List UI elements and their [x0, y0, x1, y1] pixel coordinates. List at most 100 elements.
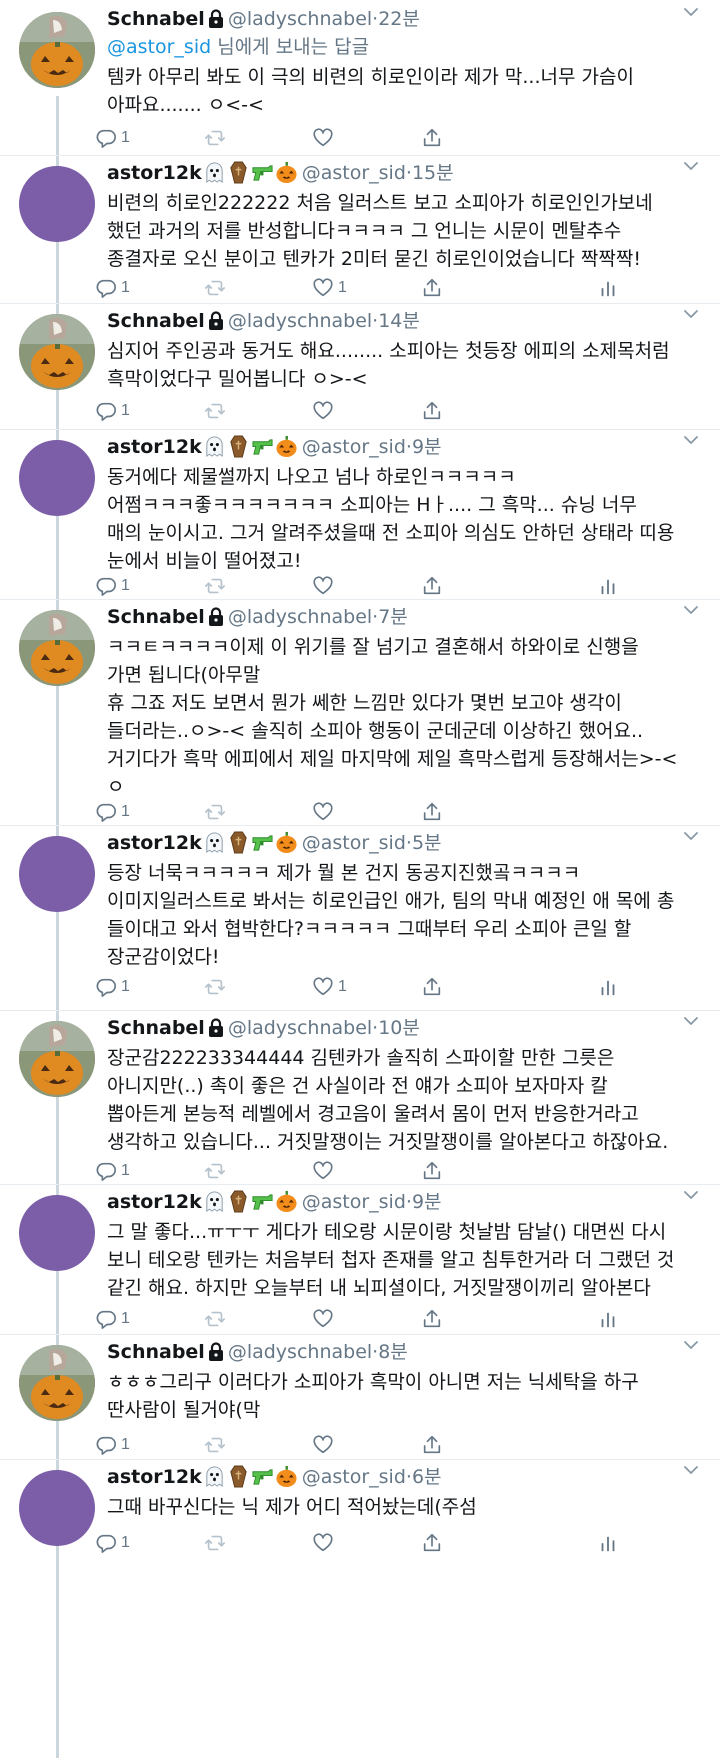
like-button[interactable]: [312, 799, 338, 825]
analytics-button[interactable]: [597, 1530, 619, 1556]
chevron-down-icon[interactable]: [682, 1460, 700, 1478]
share-button[interactable]: [421, 275, 443, 301]
timestamp[interactable]: 10분: [378, 1017, 420, 1039]
timestamp[interactable]: 22분: [378, 8, 420, 30]
chevron-down-icon[interactable]: [682, 600, 700, 618]
user-handle[interactable]: @astor_sid: [302, 162, 406, 184]
display-name[interactable]: Schnabel: [107, 606, 205, 628]
tweet[interactable]: Schnabel @ladyschnabel·8분 ㅎㅎㅎ그리구 이러다가 소피아가…: [0, 1335, 720, 1460]
avatar[interactable]: [19, 12, 95, 88]
chevron-down-icon[interactable]: [682, 430, 700, 448]
retweet-button[interactable]: [204, 398, 230, 424]
share-button[interactable]: [421, 573, 443, 599]
display-name[interactable]: Schnabel: [107, 1017, 205, 1039]
analytics-button[interactable]: [597, 1306, 619, 1332]
chevron-down-icon[interactable]: [682, 156, 700, 174]
chevron-down-icon[interactable]: [682, 1335, 700, 1353]
reply-button[interactable]: 1: [95, 1306, 130, 1332]
analytics-button[interactable]: [597, 573, 619, 599]
share-button[interactable]: [421, 1306, 443, 1332]
display-name[interactable]: Schnabel: [107, 8, 205, 30]
display-name[interactable]: astor12k: [107, 832, 202, 854]
display-name[interactable]: Schnabel: [107, 310, 205, 332]
timestamp[interactable]: 9분: [412, 436, 442, 458]
avatar[interactable]: [19, 1345, 95, 1421]
tweet[interactable]: Schnabel @ladyschnabel·10분 장군감222233344444…: [0, 1011, 720, 1185]
tweet[interactable]: Schnabel @ladyschnabel·22분 @astor_sid 님에게 …: [0, 0, 720, 156]
retweet-button[interactable]: [204, 1432, 230, 1458]
reply-button[interactable]: 1: [95, 275, 130, 301]
like-button[interactable]: [312, 1432, 338, 1458]
user-handle[interactable]: @astor_sid: [302, 1466, 406, 1488]
timestamp[interactable]: 6분: [412, 1466, 442, 1488]
reply-button[interactable]: 1: [95, 799, 130, 825]
display-name[interactable]: astor12k: [107, 1466, 202, 1488]
timestamp[interactable]: 7분: [378, 606, 408, 628]
tweet[interactable]: Schnabel @ladyschnabel·14분 심지어 주인공과 동거도 해요…: [0, 304, 720, 430]
reply-button[interactable]: 1: [95, 1432, 130, 1458]
user-handle[interactable]: @astor_sid: [302, 1191, 406, 1213]
tweet[interactable]: astor12k @astor_sid·9분 동거에다 제물썰까지 나오고 넘나 하…: [0, 430, 720, 600]
avatar[interactable]: [19, 166, 95, 242]
chevron-down-icon[interactable]: [682, 826, 700, 844]
like-button[interactable]: [312, 1530, 338, 1556]
tweet[interactable]: Schnabel @ladyschnabel·7분 ㅋㅋㅌㅋㅋㅋㅋ이제 이 위기를 …: [0, 600, 720, 826]
like-button[interactable]: [312, 125, 338, 151]
user-handle[interactable]: @ladyschnabel: [228, 8, 372, 30]
like-button[interactable]: 1: [312, 974, 347, 1000]
tweet[interactable]: astor12k @astor_sid·6분 그때 바꾸신다는 닉 제가 어디 적어…: [0, 1460, 720, 1758]
avatar[interactable]: [19, 1021, 95, 1097]
avatar[interactable]: [19, 610, 95, 686]
like-button[interactable]: 1: [312, 275, 347, 301]
display-name[interactable]: astor12k: [107, 436, 202, 458]
user-handle[interactable]: @astor_sid: [302, 832, 406, 854]
share-button[interactable]: [421, 1158, 443, 1184]
analytics-button[interactable]: [597, 974, 619, 1000]
avatar[interactable]: [19, 314, 95, 390]
reply-button[interactable]: 1: [95, 1158, 130, 1184]
user-handle[interactable]: @ladyschnabel: [228, 1017, 372, 1039]
share-button[interactable]: [421, 398, 443, 424]
retweet-button[interactable]: [204, 1530, 230, 1556]
share-button[interactable]: [421, 799, 443, 825]
chevron-down-icon[interactable]: [682, 1185, 700, 1203]
retweet-button[interactable]: [204, 799, 230, 825]
chevron-down-icon[interactable]: [682, 2, 700, 20]
user-handle[interactable]: @astor_sid: [302, 436, 406, 458]
tweet[interactable]: astor12k @astor_sid·15분 비련의 히로인222222 처음 일…: [0, 156, 720, 304]
replying-to-mention[interactable]: @astor_sid: [107, 36, 211, 58]
retweet-button[interactable]: [204, 125, 230, 151]
retweet-button[interactable]: [204, 974, 230, 1000]
reply-button[interactable]: 1: [95, 974, 130, 1000]
user-handle[interactable]: @ladyschnabel: [228, 1341, 372, 1363]
user-handle[interactable]: @ladyschnabel: [228, 606, 372, 628]
avatar[interactable]: [19, 836, 95, 912]
share-button[interactable]: [421, 1530, 443, 1556]
share-button[interactable]: [421, 974, 443, 1000]
retweet-button[interactable]: [204, 1158, 230, 1184]
display-name[interactable]: Schnabel: [107, 1341, 205, 1363]
tweet[interactable]: astor12k @astor_sid·5분 등장 너묵ㅋㅋㅋㅋㅋ 제가 뭘 본 건…: [0, 826, 720, 1011]
like-button[interactable]: [312, 398, 338, 424]
chevron-down-icon[interactable]: [682, 304, 700, 322]
user-handle[interactable]: @ladyschnabel: [228, 310, 372, 332]
like-button[interactable]: [312, 1158, 338, 1184]
share-button[interactable]: [421, 125, 443, 151]
reply-button[interactable]: 1: [95, 1530, 130, 1556]
reply-button[interactable]: 1: [95, 398, 130, 424]
avatar[interactable]: [19, 1470, 95, 1546]
reply-button[interactable]: 1: [95, 125, 130, 151]
reply-button[interactable]: 1: [95, 573, 130, 599]
share-button[interactable]: [421, 1432, 443, 1458]
display-name[interactable]: astor12k: [107, 1191, 202, 1213]
display-name[interactable]: astor12k: [107, 162, 202, 184]
tweet[interactable]: astor12k @astor_sid·9분 그 말 좋다...ㅠㅜㅜ 게다가 테오…: [0, 1185, 720, 1335]
timestamp[interactable]: 14분: [378, 310, 420, 332]
timestamp[interactable]: 8분: [378, 1341, 408, 1363]
chevron-down-icon[interactable]: [682, 1011, 700, 1029]
avatar[interactable]: [19, 1195, 95, 1271]
timestamp[interactable]: 5분: [412, 832, 442, 854]
retweet-button[interactable]: [204, 275, 230, 301]
timestamp[interactable]: 9분: [412, 1191, 442, 1213]
like-button[interactable]: [312, 1306, 338, 1332]
